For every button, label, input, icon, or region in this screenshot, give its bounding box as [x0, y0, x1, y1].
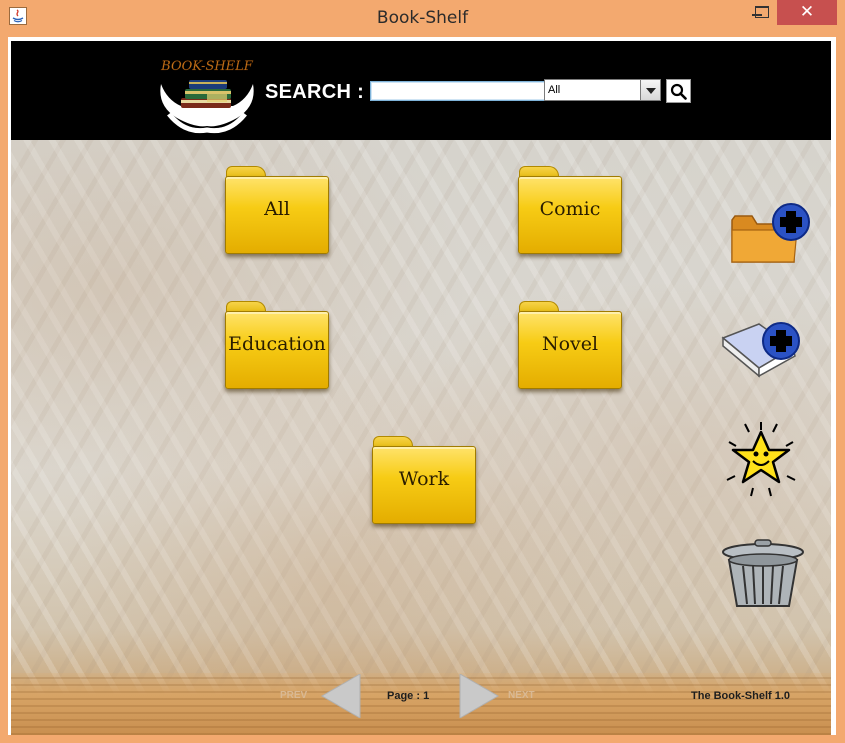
book-shelf-logo: BOOK-SHELF [160, 59, 254, 134]
app-client-area: BOOK-SHELF SEARCH : All All Comic Educat… [8, 37, 836, 735]
search-header: BOOK-SHELF SEARCH : All [11, 41, 831, 140]
page-indicator: Page : 1 [387, 690, 430, 702]
add-folder-icon[interactable] [727, 202, 817, 268]
window-title: Book-Shelf [376, 8, 469, 28]
prev-page-button[interactable] [320, 674, 362, 718]
trash-can-icon[interactable] [719, 538, 809, 612]
prev-label: PREV [280, 690, 308, 701]
add-book-icon[interactable] [719, 318, 814, 380]
search-icon [670, 83, 687, 100]
next-page-button[interactable] [458, 674, 500, 718]
folder-comic[interactable]: Comic [518, 166, 622, 254]
folder-label: Education [228, 333, 326, 355]
folder-education[interactable]: Education [225, 301, 329, 389]
search-input[interactable] [370, 81, 546, 101]
folder-work[interactable]: Work [372, 436, 476, 524]
folder-label: Work [398, 468, 450, 490]
search-label: SEARCH : [265, 81, 365, 103]
chevron-down-icon[interactable] [640, 80, 660, 100]
category-selected-value: All [548, 84, 561, 96]
folder-label: All [264, 198, 290, 220]
title-bar: Book-Shelf ✕ [0, 0, 845, 34]
category-dropdown[interactable]: All [544, 79, 661, 101]
folder-label: Comic [539, 198, 601, 220]
maximize-button[interactable] [749, 0, 775, 25]
folder-all[interactable]: All [225, 166, 329, 254]
folder-label: Novel [541, 333, 599, 355]
app-version: The Book-Shelf 1.0 [691, 690, 791, 702]
close-button[interactable]: ✕ [777, 0, 837, 25]
favorites-star-icon[interactable] [721, 420, 801, 500]
shelf-wallpaper: All Comic Education Novel Work PREV Page… [11, 140, 831, 735]
search-button[interactable] [666, 79, 691, 103]
wooden-floor [11, 673, 831, 735]
folder-novel[interactable]: Novel [518, 301, 622, 389]
logo-text: BOOK-SHELF [160, 59, 254, 74]
next-label: NEXT [508, 690, 535, 701]
close-icon: ✕ [799, 2, 815, 22]
